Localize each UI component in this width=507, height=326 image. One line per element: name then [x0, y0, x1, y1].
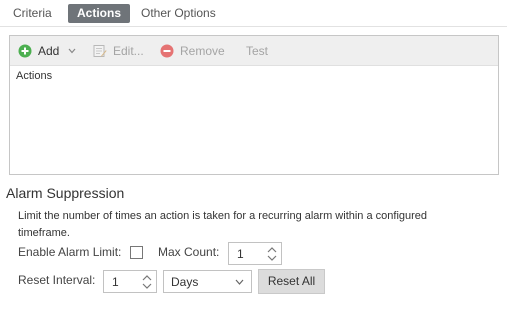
reset-interval-value: 1 — [112, 275, 119, 289]
reset-interval-stepper[interactable]: 1 — [103, 270, 157, 293]
tab-criteria[interactable]: Criteria — [9, 4, 56, 23]
edit-button[interactable]: Edit... — [93, 42, 153, 60]
actions-panel: Add Edit... Remove Test Actions — [9, 35, 499, 175]
remove-label: Remove — [180, 44, 225, 58]
reset-unit-value: Days — [171, 275, 199, 289]
reset-unit-select[interactable]: Days — [163, 270, 252, 293]
enable-alarm-limit-checkbox[interactable] — [130, 246, 143, 259]
actions-list-header: Actions — [16, 70, 53, 82]
test-label: Test — [246, 44, 269, 58]
alarm-suppression-description: Limit the number of times an action is t… — [18, 210, 428, 239]
reset-all-button[interactable]: Reset All — [258, 269, 325, 294]
add-icon — [18, 44, 32, 58]
remove-icon — [160, 44, 174, 58]
tab-actions[interactable]: Actions — [68, 4, 131, 23]
reset-interval-label: Reset Interval: — [18, 273, 96, 287]
tab-other-options[interactable]: Other Options — [137, 4, 220, 23]
edit-label: Edit... — [113, 44, 144, 58]
alarm-suppression-title: Alarm Suppression — [6, 185, 125, 201]
chevron-down-icon — [235, 279, 244, 285]
chevron-down-icon — [68, 48, 76, 54]
max-count-value: 1 — [237, 247, 244, 261]
max-count-label: Max Count: — [158, 245, 220, 259]
stepper-arrows-icon[interactable] — [141, 273, 153, 291]
stepper-arrows-icon[interactable] — [266, 245, 278, 263]
add-button[interactable]: Add — [18, 42, 80, 60]
max-count-stepper[interactable]: 1 — [228, 242, 282, 265]
tab-bar: Criteria Actions Other Options — [0, 0, 507, 27]
actions-toolbar: Add Edit... Remove Test — [10, 36, 498, 66]
test-button[interactable]: Test — [246, 42, 276, 60]
remove-button[interactable]: Remove — [160, 42, 235, 60]
enable-alarm-limit-label: Enable Alarm Limit: — [18, 245, 122, 259]
add-label: Add — [38, 44, 60, 58]
edit-icon — [93, 45, 107, 57]
